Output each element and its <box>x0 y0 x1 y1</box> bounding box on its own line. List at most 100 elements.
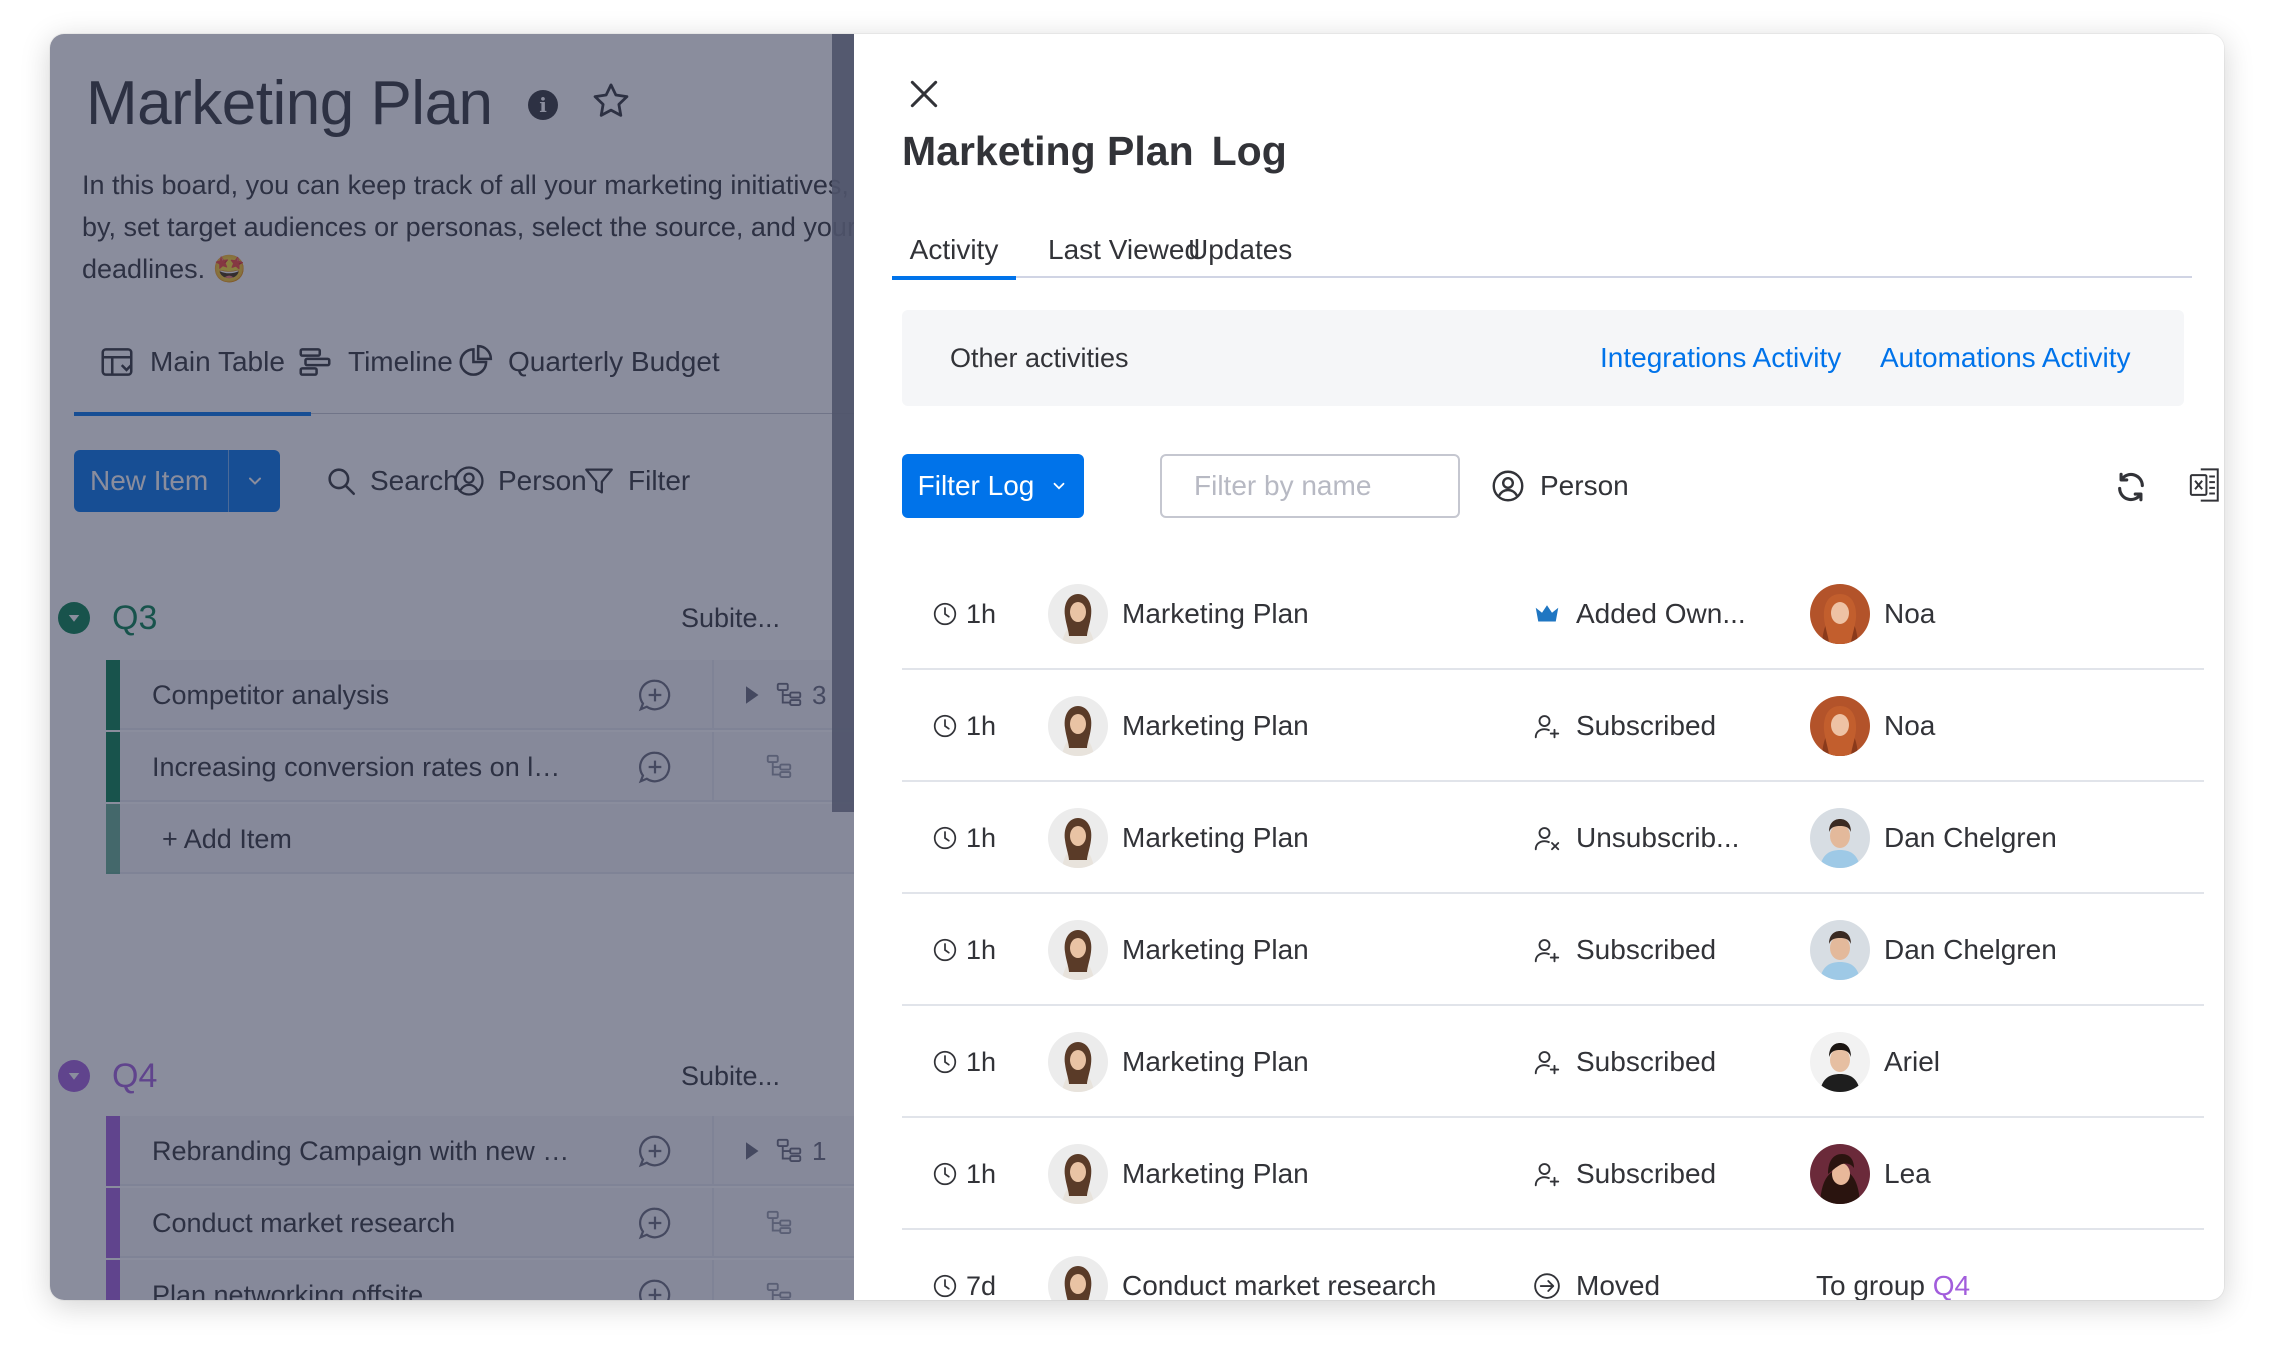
item-name[interactable]: Conduct market research <box>152 1188 572 1258</box>
add-item-label[interactable]: + Add Item <box>162 804 582 874</box>
tab-activity[interactable]: Activity <box>892 188 1016 280</box>
refresh-icon[interactable] <box>2114 470 2148 504</box>
panel-title: Marketing Plan Log <box>902 128 1287 175</box>
log-time: 1h <box>932 894 996 1006</box>
log-board-name[interactable]: Marketing Plan <box>1122 1046 1309 1078</box>
board-view-tabs: Main Table Timeline Quarterly Budget <box>74 310 854 416</box>
row-color-bar <box>106 1260 120 1300</box>
log-board-name[interactable]: Marketing Plan <box>1122 934 1309 966</box>
log-item-name[interactable]: Conduct market research <box>1122 1270 1436 1300</box>
info-icon[interactable]: i <box>528 90 558 120</box>
group-header-q4[interactable]: Q4 Subite... <box>58 1046 848 1106</box>
group-collapse-toggle[interactable] <box>58 1060 90 1092</box>
user-plus-icon <box>1534 1051 1560 1075</box>
subitems-cell[interactable] <box>764 732 794 802</box>
log-user-name[interactable]: Dan Chelgren <box>1884 934 2057 966</box>
table-row[interactable]: Competitor analysis 3 <box>106 660 854 730</box>
log-row[interactable]: 1h Marketing Plan Subscribed Lea <box>902 1118 2204 1230</box>
log-row[interactable]: 1h Marketing Plan Subscribed Ariel <box>902 1006 2204 1118</box>
log-board: Marketing Plan <box>1048 894 1309 1006</box>
table-row[interactable]: Increasing conversion rates on landing p… <box>106 732 854 802</box>
tab-main-table[interactable]: Main Table <box>74 310 311 416</box>
subitems-cell[interactable] <box>764 1188 794 1258</box>
add-update-icon[interactable] <box>636 1276 674 1300</box>
avatar[interactable] <box>1810 920 1870 980</box>
integrations-activity-link[interactable]: Integrations Activity <box>1600 310 1841 406</box>
person-filter-button[interactable]: Person <box>452 450 587 512</box>
tab-quarterly-budget[interactable]: Quarterly Budget <box>456 310 720 414</box>
person-label: Person <box>498 465 587 496</box>
group-collapse-toggle[interactable] <box>58 602 90 634</box>
log-action: Moved <box>1532 1230 1772 1300</box>
search-button[interactable]: Search <box>324 450 459 512</box>
avatar[interactable] <box>1810 1032 1870 1092</box>
subitems-cell[interactable] <box>764 1260 794 1300</box>
item-name[interactable]: Competitor analysis <box>152 660 572 730</box>
table-row[interactable]: Conduct market research <box>106 1188 854 1258</box>
board-avatar <box>1048 696 1108 756</box>
log-user-name[interactable]: Noa <box>1884 598 1935 630</box>
add-update-icon[interactable] <box>636 1132 674 1170</box>
new-item-button[interactable]: New Item <box>74 450 280 512</box>
person-filter-button[interactable]: Person <box>1490 454 1629 518</box>
filter-log-button[interactable]: Filter Log <box>902 454 1084 518</box>
avatar[interactable] <box>1810 584 1870 644</box>
chevron-down-icon <box>68 615 80 622</box>
table-row[interactable]: Rebranding Campaign with new logo 1 <box>106 1116 854 1186</box>
filter-button[interactable]: Filter <box>582 450 690 512</box>
log-row[interactable]: 1h Marketing Plan Unsubscrib... Dan Chel… <box>902 782 2204 894</box>
log-board-name[interactable]: Marketing Plan <box>1122 598 1309 630</box>
subitems-column-header[interactable]: Subite... <box>681 1061 780 1092</box>
log-action-text: Added Own... <box>1576 598 1746 629</box>
avatar[interactable] <box>1810 696 1870 756</box>
log-user-name[interactable]: Noa <box>1884 710 1935 742</box>
log-row[interactable]: 1h Marketing Plan Subscribed Dan Chelgre… <box>902 894 2204 1006</box>
subitems-icon <box>776 682 802 706</box>
log-board-name[interactable]: Marketing Plan <box>1122 1158 1309 1190</box>
board-scrollbar[interactable] <box>832 34 854 812</box>
search-icon <box>328 468 356 496</box>
user-remove-icon <box>1534 827 1560 851</box>
log-user-name[interactable]: Lea <box>1884 1158 1931 1190</box>
item-name[interactable]: Plan networking offsite <box>152 1260 572 1300</box>
tab-updates[interactable]: Updates <box>1174 188 1306 278</box>
new-item-dropdown[interactable] <box>228 450 280 512</box>
log-row[interactable]: 1h Marketing Plan Added Own... Noa <box>902 558 2204 670</box>
automations-activity-link[interactable]: Automations Activity <box>1880 310 2131 406</box>
subitems-cell[interactable]: 3 <box>736 660 826 730</box>
log-row[interactable]: 7d Conduct market research Moved To grou… <box>902 1230 2204 1300</box>
star-icon[interactable] <box>590 80 632 122</box>
filter-by-name-input[interactable] <box>1160 454 1460 518</box>
board-avatar <box>1048 808 1108 868</box>
board-avatar <box>1048 1256 1108 1300</box>
log-user: Ariel <box>1810 1006 1940 1118</box>
log-row[interactable]: 1h Marketing Plan Subscribed Noa <box>902 670 2204 782</box>
log-board: Marketing Plan <box>1048 558 1309 670</box>
filter-icon <box>585 468 613 494</box>
cell-divider <box>712 732 714 802</box>
table-icon <box>101 348 133 376</box>
destination-group[interactable]: Q4 <box>1933 1270 1970 1300</box>
panel-title-board: Marketing Plan <box>902 128 1194 174</box>
chevron-down-icon <box>248 477 261 485</box>
add-update-icon[interactable] <box>636 1204 674 1242</box>
add-update-icon[interactable] <box>636 676 674 714</box>
table-row[interactable]: Plan networking offsite <box>106 1260 854 1300</box>
subitems-cell[interactable]: 1 <box>736 1116 826 1186</box>
log-user-name[interactable]: Ariel <box>1884 1046 1940 1078</box>
add-item-row[interactable]: + Add Item <box>106 804 854 874</box>
avatar[interactable] <box>1810 1144 1870 1204</box>
log-user-name[interactable]: Dan Chelgren <box>1884 822 2057 854</box>
group-header-q3[interactable]: Q3 Subite... <box>58 588 848 648</box>
avatar[interactable] <box>1810 808 1870 868</box>
tab-timeline[interactable]: Timeline <box>296 310 453 414</box>
item-name[interactable]: Increasing conversion rates on landing p… <box>152 732 572 802</box>
log-board-name[interactable]: Marketing Plan <box>1122 822 1309 854</box>
log-board-name[interactable]: Marketing Plan <box>1122 710 1309 742</box>
add-update-icon[interactable] <box>636 748 674 786</box>
item-name[interactable]: Rebranding Campaign with new logo <box>152 1116 572 1186</box>
export-excel-icon[interactable] <box>2188 466 2222 504</box>
close-icon[interactable] <box>904 74 944 114</box>
subitems-column-header[interactable]: Subite... <box>681 603 780 634</box>
activity-log-panel: Marketing Plan Log Activity Last Viewed … <box>854 34 2224 1300</box>
